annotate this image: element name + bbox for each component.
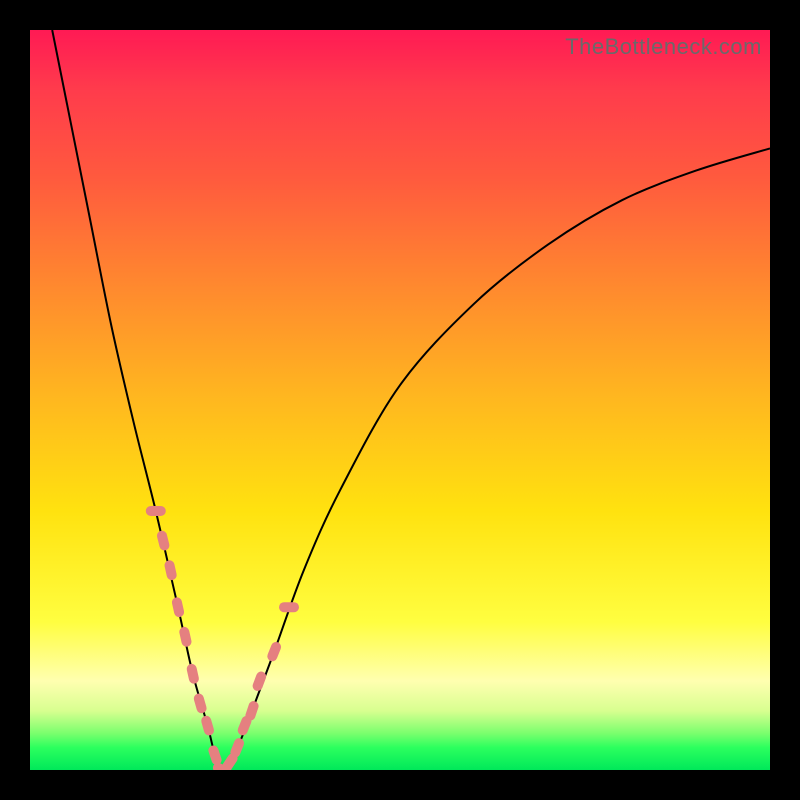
data-marker	[171, 596, 185, 618]
chart-frame: TheBottleneck.com	[0, 0, 800, 800]
right-branch-curve	[222, 148, 770, 770]
data-marker	[207, 744, 223, 766]
plot-area: TheBottleneck.com	[30, 30, 770, 770]
left-branch-curve	[52, 30, 222, 770]
data-marker	[156, 530, 171, 552]
marker-group	[146, 506, 299, 770]
curve-layer	[30, 30, 770, 770]
data-marker	[193, 692, 208, 714]
data-marker	[244, 700, 260, 722]
data-marker	[266, 640, 283, 662]
data-marker	[164, 559, 178, 581]
data-marker	[186, 663, 200, 685]
data-marker	[146, 506, 166, 516]
data-marker	[279, 602, 299, 612]
data-marker	[178, 626, 192, 648]
data-marker	[200, 715, 215, 737]
